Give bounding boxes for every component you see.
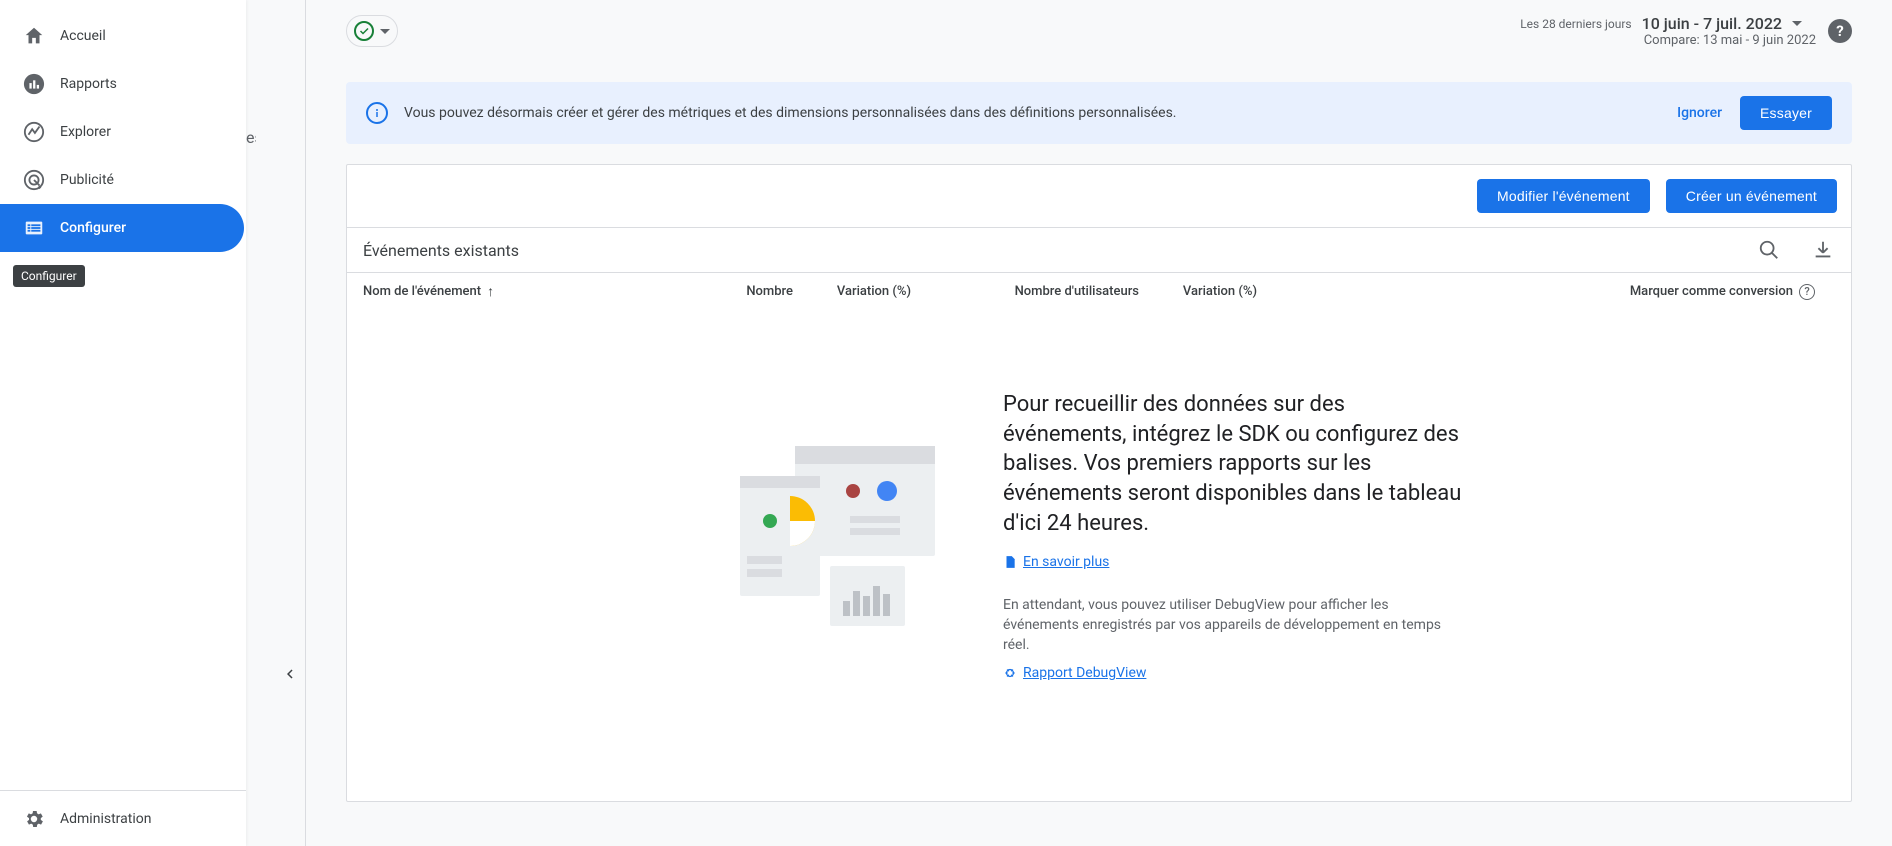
sidebar-item-label: Publicité bbox=[60, 172, 114, 188]
banner-text: Vous pouvez désormais créer et gérer des… bbox=[404, 105, 1677, 121]
sidebar-nav: Accueil Rapports Explorer Publicité bbox=[0, 0, 246, 790]
debugview-link[interactable]: Rapport DebugView bbox=[1003, 665, 1463, 681]
sidebar-item-reports[interactable]: Rapports bbox=[0, 60, 244, 108]
main-content: es Les 28 derniers jours 10 juin - 7 jui… bbox=[246, 0, 1892, 846]
col-variation-2[interactable]: Variation (%) bbox=[1157, 284, 1257, 299]
empty-heading: Pour recueillir des données sur des évén… bbox=[1003, 390, 1463, 538]
col-count[interactable]: Nombre bbox=[723, 284, 793, 299]
sort-ascending-icon: ↑ bbox=[487, 283, 494, 300]
check-icon bbox=[354, 21, 374, 41]
table-header: Nom de l'événement ↑ Nombre Variation (%… bbox=[347, 272, 1851, 310]
home-icon bbox=[22, 24, 46, 48]
configure-tooltip: Configurer bbox=[13, 265, 85, 287]
events-card: Modifier l'événement Créer un événement … bbox=[346, 164, 1852, 802]
collapse-secondary-button[interactable] bbox=[276, 660, 304, 688]
chevron-left-icon bbox=[281, 665, 299, 683]
col-mark-conversion[interactable]: Marquer comme conversion ? bbox=[1630, 284, 1835, 300]
date-preset-label: Les 28 derniers jours bbox=[1520, 17, 1631, 31]
target-icon bbox=[22, 168, 46, 192]
date-range-picker[interactable]: Les 28 derniers jours 10 juin - 7 juil. … bbox=[1520, 14, 1802, 33]
explore-icon bbox=[22, 120, 46, 144]
card-sub-header: Événements existants bbox=[347, 227, 1851, 272]
banner-ignore-button[interactable]: Ignorer bbox=[1677, 105, 1722, 121]
help-button[interactable]: ? bbox=[1828, 19, 1852, 43]
sidebar-item-label: Configurer bbox=[60, 220, 126, 236]
reports-icon bbox=[22, 72, 46, 96]
card-actions: Modifier l'événement Créer un événement bbox=[347, 165, 1851, 227]
info-icon bbox=[366, 102, 388, 124]
topbar: Les 28 derniers jours 10 juin - 7 juil. … bbox=[306, 0, 1892, 62]
col-users[interactable]: Nombre d'utilisateurs bbox=[929, 284, 1139, 299]
document-icon bbox=[1003, 555, 1017, 569]
bug-icon bbox=[1003, 666, 1017, 680]
sidebar-item-label: Rapports bbox=[60, 76, 117, 92]
learn-more-link[interactable]: En savoir plus bbox=[1003, 554, 1463, 570]
help-icon[interactable]: ? bbox=[1799, 284, 1815, 300]
sidebar-item-label: Administration bbox=[60, 811, 151, 827]
col-variation-1[interactable]: Variation (%) bbox=[811, 284, 911, 299]
download-button[interactable] bbox=[1811, 238, 1835, 262]
info-banner: Vous pouvez désormais créer et gérer des… bbox=[346, 82, 1852, 144]
col-event-name-label: Nom de l'événement bbox=[363, 284, 481, 299]
secondary-panel-text: es bbox=[246, 128, 256, 147]
sidebar-item-advertising[interactable]: Publicité bbox=[0, 156, 244, 204]
chevron-down-icon bbox=[380, 29, 390, 34]
search-button[interactable] bbox=[1757, 238, 1781, 262]
date-picker-block: Les 28 derniers jours 10 juin - 7 juil. … bbox=[1520, 14, 1816, 48]
modify-event-button[interactable]: Modifier l'événement bbox=[1477, 179, 1650, 213]
sidebar-item-configure[interactable]: Configurer bbox=[0, 204, 244, 252]
create-event-button[interactable]: Créer un événement bbox=[1666, 179, 1837, 213]
date-compare-label: Compare: 13 mai - 9 juin 2022 bbox=[1644, 33, 1816, 48]
status-chip[interactable] bbox=[346, 15, 398, 47]
gear-icon bbox=[22, 807, 46, 831]
chevron-down-icon bbox=[1792, 21, 1802, 26]
card-subtitle: Événements existants bbox=[363, 241, 1727, 260]
empty-illustration bbox=[735, 436, 955, 636]
debug-text: En attendant, vous pouvez utiliser Debug… bbox=[1003, 596, 1463, 655]
search-icon bbox=[1758, 239, 1780, 261]
empty-text: Pour recueillir des données sur des évén… bbox=[1003, 390, 1463, 681]
date-range-value: 10 juin - 7 juil. 2022 bbox=[1642, 14, 1782, 33]
col-event-name[interactable]: Nom de l'événement ↑ bbox=[363, 283, 723, 300]
sidebar-item-admin[interactable]: Administration bbox=[0, 790, 246, 846]
sidebar: Accueil Rapports Explorer Publicité bbox=[0, 0, 246, 846]
sidebar-item-explore[interactable]: Explorer bbox=[0, 108, 244, 156]
banner-try-button[interactable]: Essayer bbox=[1740, 96, 1832, 130]
empty-state: Pour recueillir des données sur des évén… bbox=[347, 310, 1851, 801]
sidebar-item-home[interactable]: Accueil bbox=[0, 12, 244, 60]
download-icon bbox=[1812, 239, 1834, 261]
sidebar-item-label: Explorer bbox=[60, 124, 111, 140]
list-icon bbox=[22, 216, 46, 240]
sidebar-item-label: Accueil bbox=[60, 28, 106, 44]
secondary-panel-border bbox=[246, 0, 306, 846]
